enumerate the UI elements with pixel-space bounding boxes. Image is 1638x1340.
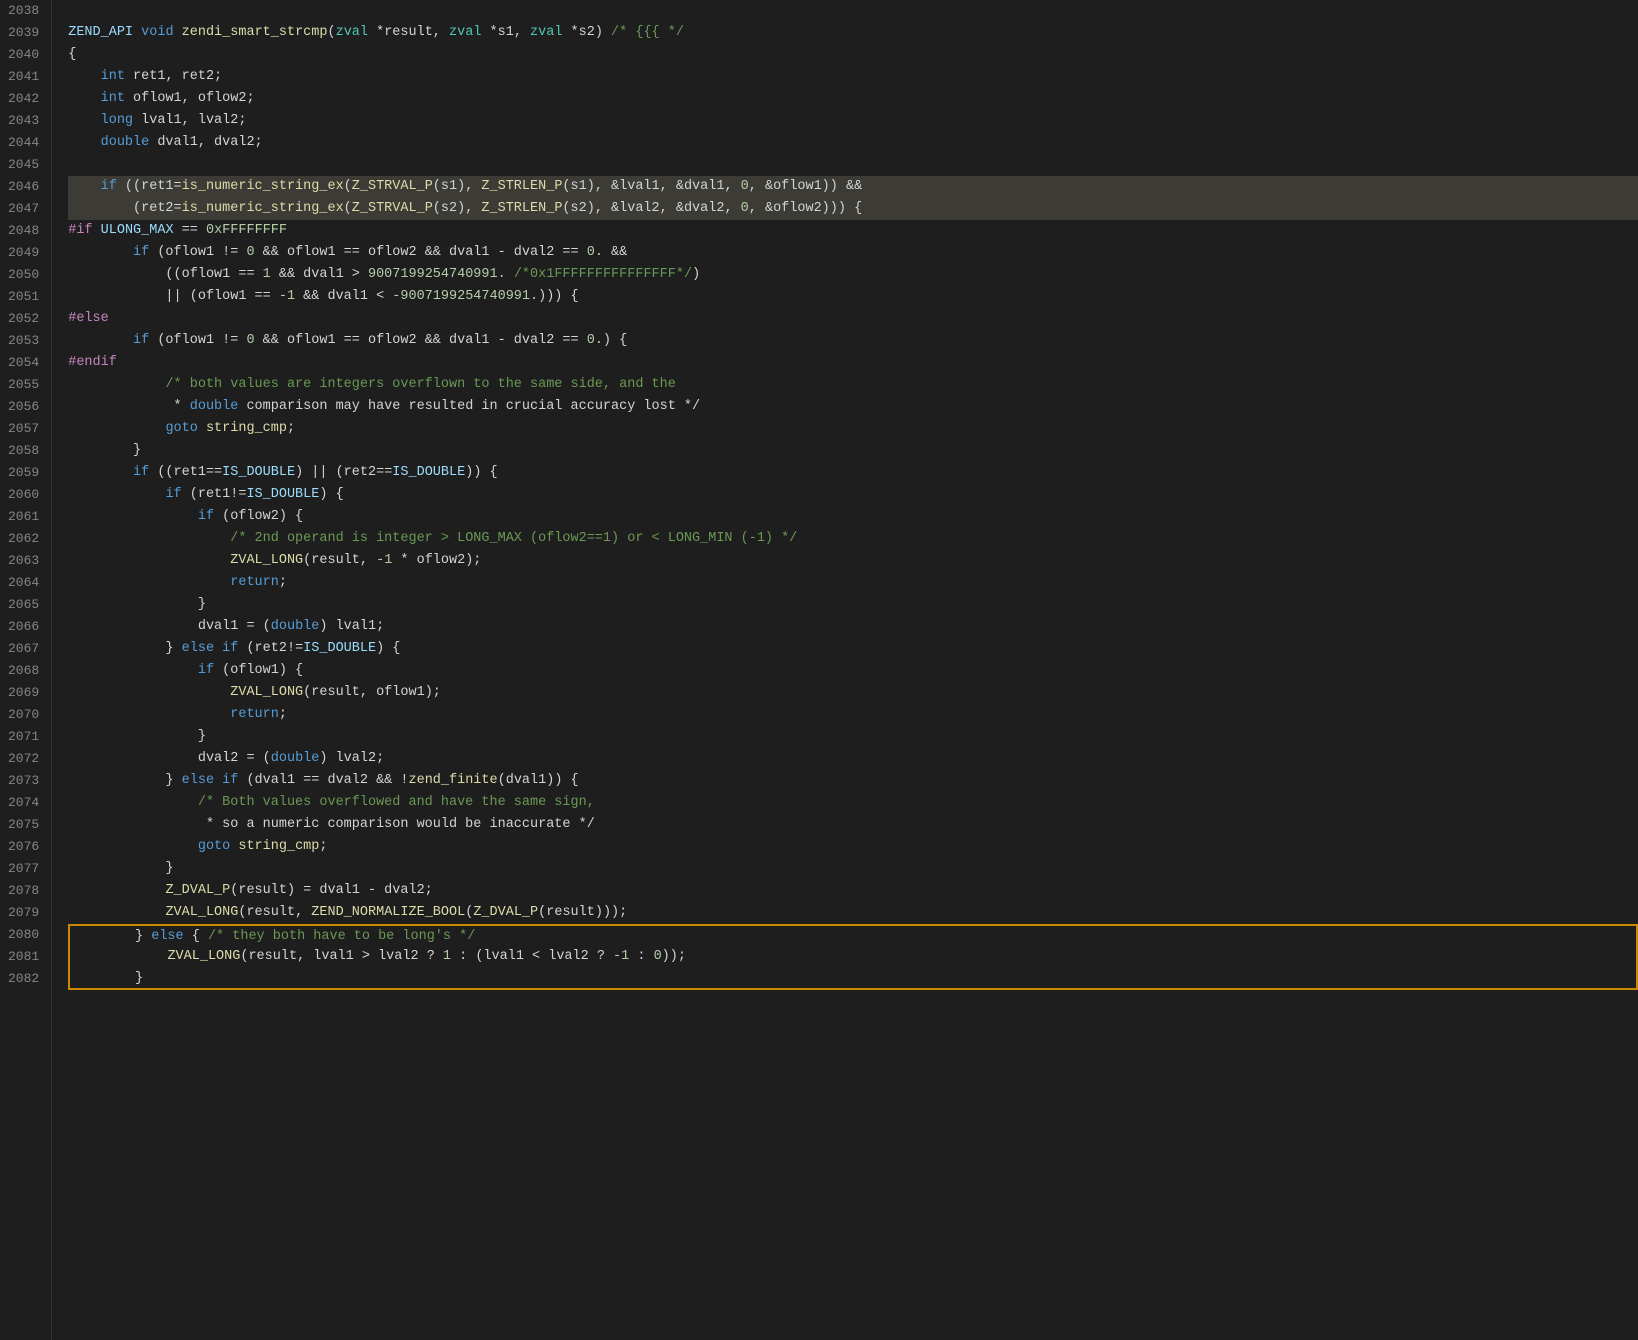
code-line: } else { /* they both have to be long's … xyxy=(68,924,1638,946)
line-number-gutter: 2038203920402041204220432044204520462047… xyxy=(0,0,52,1340)
code-line: if (oflow1 != 0 && oflow1 == oflow2 && d… xyxy=(68,330,1638,352)
code-line: if ((ret1=is_numeric_string_ex(Z_STRVAL_… xyxy=(68,176,1638,198)
code-content: ZEND_API void zendi_smart_strcmp(zval *r… xyxy=(52,0,1638,1340)
code-line: ZEND_API void zendi_smart_strcmp(zval *r… xyxy=(68,22,1638,44)
line-number: 2073 xyxy=(8,770,39,792)
line-number: 2038 xyxy=(8,0,39,22)
line-number: 2076 xyxy=(8,836,39,858)
line-number: 2049 xyxy=(8,242,39,264)
line-number: 2059 xyxy=(8,462,39,484)
line-number: 2043 xyxy=(8,110,39,132)
line-number: 2048 xyxy=(8,220,39,242)
line-number: 2052 xyxy=(8,308,39,330)
code-line: goto string_cmp; xyxy=(68,418,1638,440)
code-line: dval2 = (double) lval2; xyxy=(68,748,1638,770)
code-line: #else xyxy=(68,308,1638,330)
code-editor: 2038203920402041204220432044204520462047… xyxy=(0,0,1638,1340)
code-line: #if ULONG_MAX == 0xFFFFFFFF xyxy=(68,220,1638,242)
line-number: 2080 xyxy=(8,924,39,946)
code-line: goto string_cmp; xyxy=(68,836,1638,858)
line-number: 2067 xyxy=(8,638,39,660)
code-line: { xyxy=(68,44,1638,66)
code-line: long lval1, lval2; xyxy=(68,110,1638,132)
code-line: if (oflow1 != 0 && oflow1 == oflow2 && d… xyxy=(68,242,1638,264)
code-line: /* Both values overflowed and have the s… xyxy=(68,792,1638,814)
code-line: /* 2nd operand is integer > LONG_MAX (of… xyxy=(68,528,1638,550)
code-line xyxy=(68,0,1638,22)
line-number: 2066 xyxy=(8,616,39,638)
line-number: 2057 xyxy=(8,418,39,440)
line-number: 2063 xyxy=(8,550,39,572)
code-line: ZVAL_LONG(result, oflow1); xyxy=(68,682,1638,704)
line-number: 2058 xyxy=(8,440,39,462)
line-number: 2062 xyxy=(8,528,39,550)
code-line: } xyxy=(68,594,1638,616)
code-line: double dval1, dval2; xyxy=(68,132,1638,154)
line-number: 2075 xyxy=(8,814,39,836)
code-line: ((oflow1 == 1 && dval1 > 900719925474099… xyxy=(68,264,1638,286)
line-number: 2056 xyxy=(8,396,39,418)
code-line: * so a numeric comparison would be inacc… xyxy=(68,814,1638,836)
line-number: 2061 xyxy=(8,506,39,528)
code-line: } else if (dval1 == dval2 && !zend_finit… xyxy=(68,770,1638,792)
code-line: ZVAL_LONG(result, -1 * oflow2); xyxy=(68,550,1638,572)
line-number: 2078 xyxy=(8,880,39,902)
code-line: if (ret1!=IS_DOUBLE) { xyxy=(68,484,1638,506)
line-number: 2064 xyxy=(8,572,39,594)
code-line: Z_DVAL_P(result) = dval1 - dval2; xyxy=(68,880,1638,902)
line-number: 2069 xyxy=(8,682,39,704)
code-line: } xyxy=(68,726,1638,748)
code-line: /* both values are integers overflown to… xyxy=(68,374,1638,396)
line-number: 2068 xyxy=(8,660,39,682)
line-number: 2054 xyxy=(8,352,39,374)
line-number: 2074 xyxy=(8,792,39,814)
line-number: 2051 xyxy=(8,286,39,308)
code-line: ZVAL_LONG(result, lval1 > lval2 ? 1 : (l… xyxy=(68,946,1638,968)
code-line: return; xyxy=(68,572,1638,594)
code-line: ZVAL_LONG(result, ZEND_NORMALIZE_BOOL(Z_… xyxy=(68,902,1638,924)
code-line: return; xyxy=(68,704,1638,726)
line-number: 2082 xyxy=(8,968,39,990)
code-line: int ret1, ret2; xyxy=(68,66,1638,88)
line-number: 2040 xyxy=(8,44,39,66)
line-number: 2060 xyxy=(8,484,39,506)
code-line: dval1 = (double) lval1; xyxy=(68,616,1638,638)
code-line: #endif xyxy=(68,352,1638,374)
code-line: if (oflow2) { xyxy=(68,506,1638,528)
line-number: 2042 xyxy=(8,88,39,110)
code-line: if (oflow1) { xyxy=(68,660,1638,682)
line-number: 2050 xyxy=(8,264,39,286)
code-line: } xyxy=(68,968,1638,990)
line-number: 2045 xyxy=(8,154,39,176)
code-line: if ((ret1==IS_DOUBLE) || (ret2==IS_DOUBL… xyxy=(68,462,1638,484)
line-number: 2046 xyxy=(8,176,39,198)
line-number: 2044 xyxy=(8,132,39,154)
line-number: 2079 xyxy=(8,902,39,924)
line-number: 2053 xyxy=(8,330,39,352)
line-number: 2077 xyxy=(8,858,39,880)
line-number: 2065 xyxy=(8,594,39,616)
line-number: 2081 xyxy=(8,946,39,968)
line-number: 2055 xyxy=(8,374,39,396)
code-line: } xyxy=(68,858,1638,880)
code-line: int oflow1, oflow2; xyxy=(68,88,1638,110)
code-line: * double comparison may have resulted in… xyxy=(68,396,1638,418)
line-number: 2039 xyxy=(8,22,39,44)
line-number: 2070 xyxy=(8,704,39,726)
line-number: 2047 xyxy=(8,198,39,220)
code-line: (ret2=is_numeric_string_ex(Z_STRVAL_P(s2… xyxy=(68,198,1638,220)
line-number: 2071 xyxy=(8,726,39,748)
code-line: || (oflow1 == -1 && dval1 < -90071992547… xyxy=(68,286,1638,308)
code-line: } else if (ret2!=IS_DOUBLE) { xyxy=(68,638,1638,660)
line-number: 2041 xyxy=(8,66,39,88)
code-line: } xyxy=(68,440,1638,462)
code-line xyxy=(68,154,1638,176)
line-number: 2072 xyxy=(8,748,39,770)
